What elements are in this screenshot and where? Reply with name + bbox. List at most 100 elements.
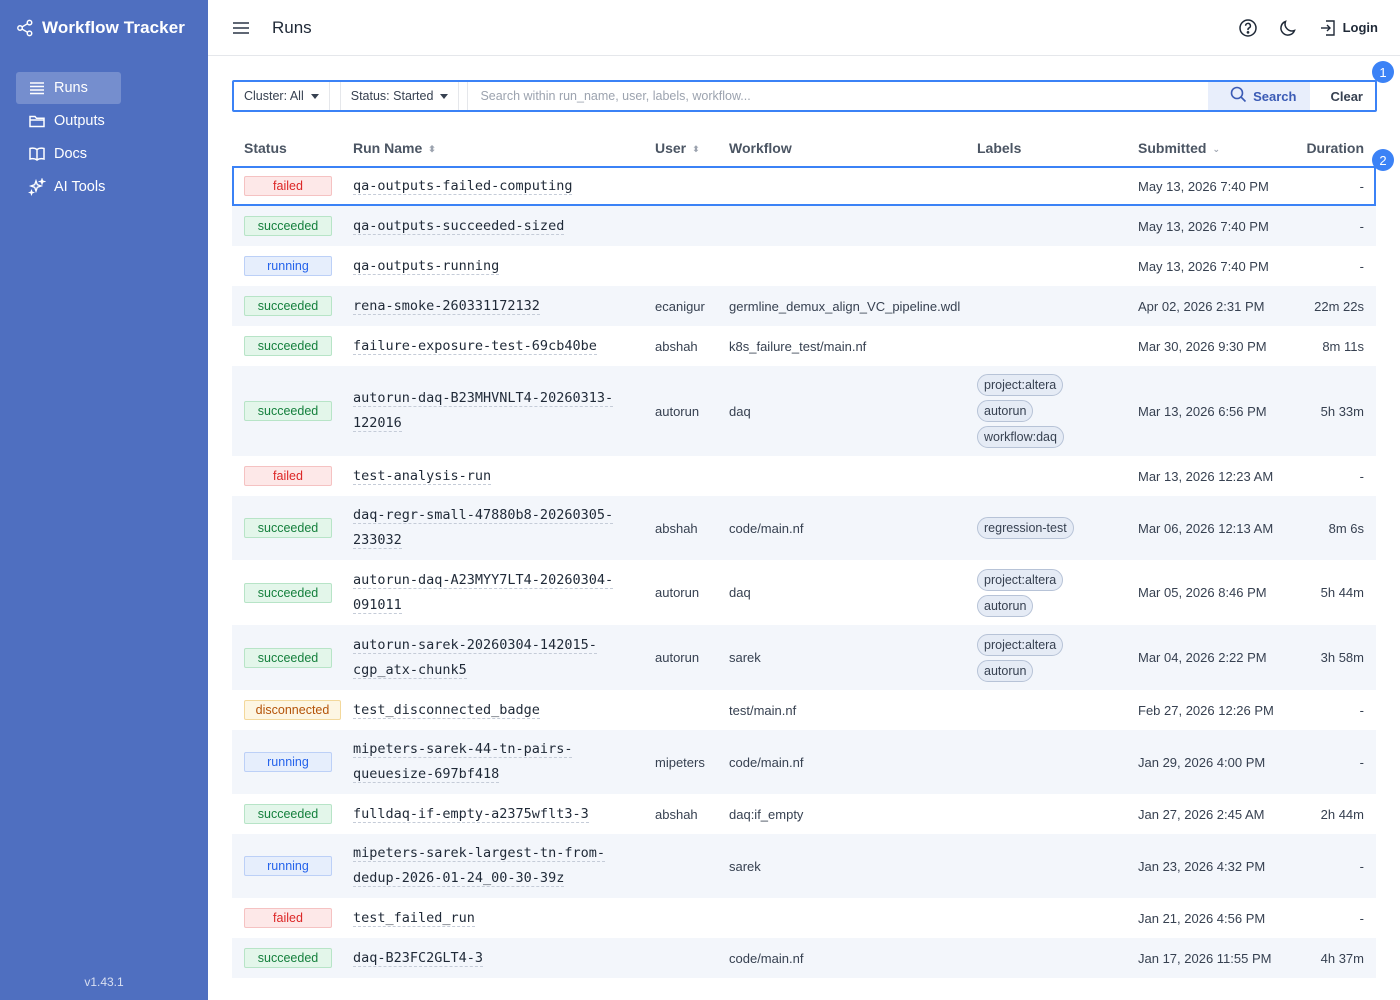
label-tag[interactable]: regression-test [977, 517, 1074, 539]
brand[interactable]: Workflow Tracker [0, 0, 208, 56]
label-tag[interactable]: workflow:daq [977, 426, 1064, 448]
table-row[interactable]: running mipeters-sarek-largest-tn-from-de… [232, 834, 1376, 898]
run-name-link[interactable]: dedup-2026-01-24_00-30-39z [353, 870, 565, 887]
run-name-link[interactable]: qa-outputs-failed-computing [353, 177, 573, 195]
label-tag[interactable]: project:altera [977, 568, 1064, 591]
status-cell: succeeded [232, 948, 353, 968]
status-badge: succeeded [244, 804, 332, 824]
table-row[interactable]: succeeded autorun-sarek-20260304-142015- c… [232, 625, 1376, 690]
table-row[interactable]: succeeded rena-smoke-260331172132 ecanigur… [232, 286, 1376, 326]
label-tag[interactable]: project:altera [977, 633, 1064, 656]
run-name-link[interactable]: cgp_atx-chunk5 [353, 661, 467, 679]
submitted-cell: May 13, 2026 7:40 PM [1138, 258, 1269, 274]
run-name-link[interactable]: daq-regr-small-47880b8-20260305- [353, 507, 614, 524]
run-name-cell[interactable]: autorun-sarek-20260304-142015- cgp_atx-ch… [353, 633, 655, 683]
sidebar-item-runs[interactable]: Runs [16, 72, 121, 104]
run-name-cell[interactable]: qa-outputs-failed-computing [353, 174, 655, 199]
hamburger-menu-icon[interactable] [232, 21, 252, 35]
column-header-run-name[interactable]: Run Name ⬍ [353, 140, 655, 156]
table-row[interactable]: succeeded failure-exposure-test-69cb40be a… [232, 326, 1376, 366]
filter-bar: Cluster: All Status: Started Search Clea… [232, 80, 1377, 112]
run-name-link[interactable]: qa-outputs-running [353, 257, 500, 275]
label-tag[interactable]: autorun [977, 400, 1034, 422]
status-cell: succeeded [232, 336, 353, 356]
cluster-filter-dropdown[interactable]: Cluster: All [234, 82, 330, 110]
table-row[interactable]: succeeded autorun-daq-B23MHVNLT4-20260313… [232, 366, 1376, 456]
column-header-submitted[interactable]: Submitted ⌄ [1138, 140, 1288, 156]
table-row[interactable]: failed qa-outputs-failed-computing May 13,… [232, 166, 1376, 206]
search-input[interactable] [467, 82, 1209, 110]
run-name-link[interactable]: queuesize-697bf418 [353, 766, 500, 783]
table-row[interactable]: failed test_failed_run Jan 21, 2026 4:56 P… [232, 898, 1376, 938]
run-name-link[interactable]: failure-exposure-test-69cb40be [353, 337, 597, 355]
run-name-link[interactable]: autorun-daq-B23MHVNLT4-20260313- [353, 390, 614, 407]
label-tag[interactable]: project:altera [977, 374, 1064, 396]
workflow-cell: sarek [729, 650, 761, 665]
table-row[interactable]: disconnected test_disconnected_badge test/… [232, 690, 1376, 730]
run-name-cell[interactable]: mipeters-sarek-44-tn-pairs-queuesize-697… [353, 737, 655, 787]
run-name-cell[interactable]: daq-regr-small-47880b8-20260305- 233032 [353, 503, 655, 553]
run-name-link[interactable]: test-analysis-run [353, 467, 492, 485]
user-cell: mipeters [655, 754, 705, 770]
run-name-link[interactable]: daq-B23FC2GLT4-3 [353, 949, 484, 967]
status-badge: succeeded [244, 401, 332, 421]
table-row[interactable]: succeeded fulldaq-if-empty-a2375wflt3-3 ab… [232, 794, 1376, 834]
run-name-cell[interactable]: fulldaq-if-empty-a2375wflt3-3 [353, 802, 655, 827]
search-label: Search [1253, 88, 1297, 104]
status-badge: succeeded [244, 948, 332, 968]
run-name-cell[interactable]: qa-outputs-succeeded-sized [353, 214, 655, 239]
run-name-link[interactable]: autorun-daq-A23MYY7LT4-20260304- [353, 571, 614, 589]
run-name-link[interactable]: test_failed_run [353, 909, 475, 927]
status-cell: running [232, 752, 353, 772]
sidebar-item-outputs[interactable]: Outputs [16, 105, 121, 137]
label-tag[interactable]: autorun [977, 659, 1034, 682]
run-name-link[interactable]: autorun-sarek-20260304-142015- [353, 636, 597, 654]
run-name-cell[interactable]: autorun-daq-A23MYY7LT4-20260304- 091011 [353, 568, 655, 618]
table-row[interactable]: running qa-outputs-running May 13, 2026 7:… [232, 246, 1376, 286]
run-name-link[interactable]: 122016 [353, 415, 402, 432]
column-header-labels: Labels [977, 140, 1022, 156]
run-name-cell[interactable]: rena-smoke-260331172132 [353, 294, 655, 319]
run-name-cell[interactable]: autorun-daq-B23MHVNLT4-20260313- 122016 [353, 386, 655, 436]
run-name-link[interactable]: qa-outputs-succeeded-sized [353, 217, 565, 235]
table-row[interactable]: succeeded autorun-daq-A23MYY7LT4-20260304… [232, 560, 1376, 625]
run-name-cell[interactable]: qa-outputs-running [353, 254, 655, 279]
run-name-link[interactable]: 233032 [353, 532, 402, 549]
column-header-user[interactable]: User ⬍ [655, 140, 729, 156]
table-row[interactable]: succeeded daq-B23FC2GLT4-3 code/main.nf Jan… [232, 938, 1376, 978]
caret-down-icon [310, 93, 319, 99]
run-name-link[interactable]: rena-smoke-260331172132 [353, 297, 540, 315]
login-button[interactable]: Login [1318, 18, 1378, 38]
help-icon[interactable] [1238, 18, 1258, 38]
clear-button[interactable]: Clear [1310, 82, 1375, 110]
run-name-link[interactable]: 091011 [353, 596, 402, 614]
run-name-cell[interactable]: failure-exposure-test-69cb40be [353, 334, 655, 359]
run-name-cell[interactable]: test-analysis-run [353, 464, 655, 489]
submitted-cell: Mar 06, 2026 12:13 AM [1138, 520, 1274, 536]
run-name-cell[interactable]: mipeters-sarek-largest-tn-from-dedup-202… [353, 841, 655, 891]
search-button[interactable]: Search [1208, 82, 1311, 110]
run-name-link[interactable]: fulldaq-if-empty-a2375wflt3-3 [353, 805, 589, 823]
moon-icon[interactable] [1278, 18, 1298, 38]
sidebar-item-docs[interactable]: Docs [16, 138, 121, 170]
run-name-link[interactable]: mipeters-sarek-44-tn-pairs- [353, 741, 573, 758]
table-row[interactable]: running mipeters-sarek-44-tn-pairs-queues… [232, 730, 1376, 794]
caret-down-icon [440, 93, 449, 99]
run-name-link[interactable]: mipeters-sarek-largest-tn-from- [353, 845, 605, 862]
status-cell: succeeded [232, 804, 353, 824]
table-row[interactable]: succeeded daq-regr-small-47880b8-20260305… [232, 496, 1376, 560]
duration-cell: 5h 44m [1320, 585, 1364, 600]
run-name-cell[interactable]: test_disconnected_badge [353, 698, 655, 723]
status-filter-dropdown[interactable]: Status: Started [339, 82, 460, 110]
workflow-cell: test/main.nf [729, 702, 797, 718]
table-row[interactable]: failed test-analysis-run Mar 13, 2026 12:2… [232, 456, 1376, 496]
sidebar-item-ai-tools[interactable]: AI Tools [16, 171, 121, 203]
table-row[interactable]: succeeded qa-outputs-succeeded-sized May 1… [232, 206, 1376, 246]
run-name-cell[interactable]: test_failed_run [353, 906, 655, 931]
label-tag[interactable]: autorun [977, 594, 1034, 617]
login-icon [1318, 18, 1338, 38]
run-name-cell[interactable]: daq-B23FC2GLT4-3 [353, 946, 655, 971]
user-cell: abshah [655, 520, 698, 536]
run-name-link[interactable]: test_disconnected_badge [353, 701, 540, 719]
status-cell: disconnected [232, 700, 353, 720]
